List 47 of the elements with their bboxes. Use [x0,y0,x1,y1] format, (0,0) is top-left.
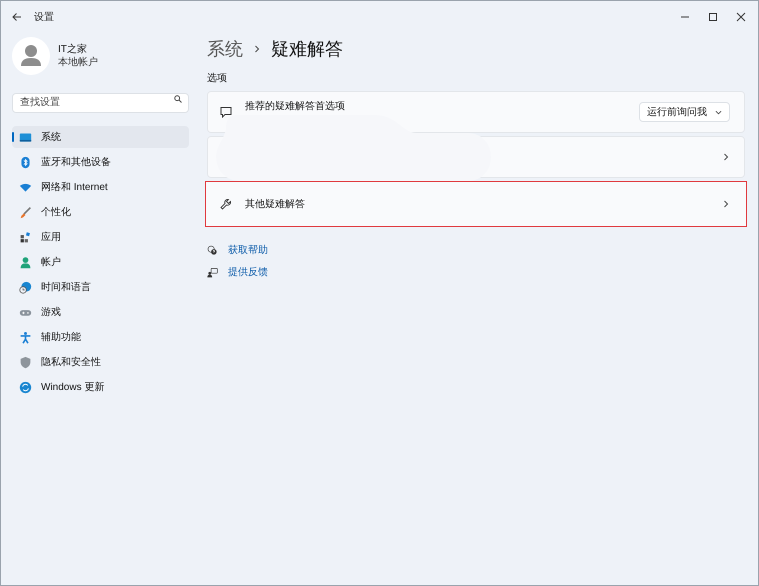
search-field[interactable]: 查找设置 [12,92,189,112]
dropdown[interactable]: 运行前询问我 [639,102,730,122]
section-label: 选项 [207,72,228,86]
nav-item[interactable]: 时间和语言 [12,276,189,298]
help-link[interactable]: 获取帮助 [228,243,268,258]
nav-item[interactable]: 系统 [12,126,189,148]
chevron-icon [722,200,730,208]
person-icon [19,256,32,268]
nav-item[interactable]: 蓝牙和其他设备 [12,151,189,173]
user-name: IT之家 [58,43,88,56]
breadcrumb-link[interactable]: 系统 [207,36,243,62]
help-chat-icon [207,245,218,256]
back-icon[interactable] [12,12,22,22]
nav-item[interactable]: 辅助功能 [12,326,189,348]
selection-indicator [12,132,14,142]
nav-item[interactable]: 帐户 [12,251,189,273]
nav-item[interactable]: 网络和 Internet [12,176,189,198]
page-title: 疑难解答 [271,38,343,60]
refresh-icon [19,380,32,394]
help-link[interactable]: 提供反馈 [228,265,268,280]
card-label: 其他疑难解答 [245,198,305,212]
feedback-icon [207,267,218,278]
wrench-icon [220,198,232,210]
window-title: 设置 [34,10,54,24]
card-label: 推荐的疑难解答首选项 [245,100,345,114]
avatar-icon [12,37,50,75]
chevron-icon [253,45,261,53]
chat-bubble-icon [220,106,232,118]
search-icon[interactable] [174,95,182,103]
shield-icon [19,356,32,368]
close-icon[interactable] [736,12,746,22]
accessibility-icon [19,330,32,344]
nav-item[interactable]: 隐私和安全性 [12,351,189,373]
bluetooth-icon [19,156,32,168]
settings-card[interactable]: 其他疑难解答 [205,181,747,227]
globe-clock-icon [19,280,32,294]
nav-item[interactable]: Windows 更新 [12,376,189,398]
brush-icon [19,206,32,218]
maximize-icon[interactable] [708,12,718,22]
chevron-icon [722,153,730,161]
apps-icon [19,230,32,244]
nav-item[interactable]: 应用 [12,226,189,248]
nav-item[interactable]: 个性化 [12,201,189,223]
nav-item[interactable]: 游戏 [12,301,189,323]
account-type: 本地帐户 [58,56,98,69]
monitor-icon [19,130,32,144]
caret-icon [715,108,722,116]
